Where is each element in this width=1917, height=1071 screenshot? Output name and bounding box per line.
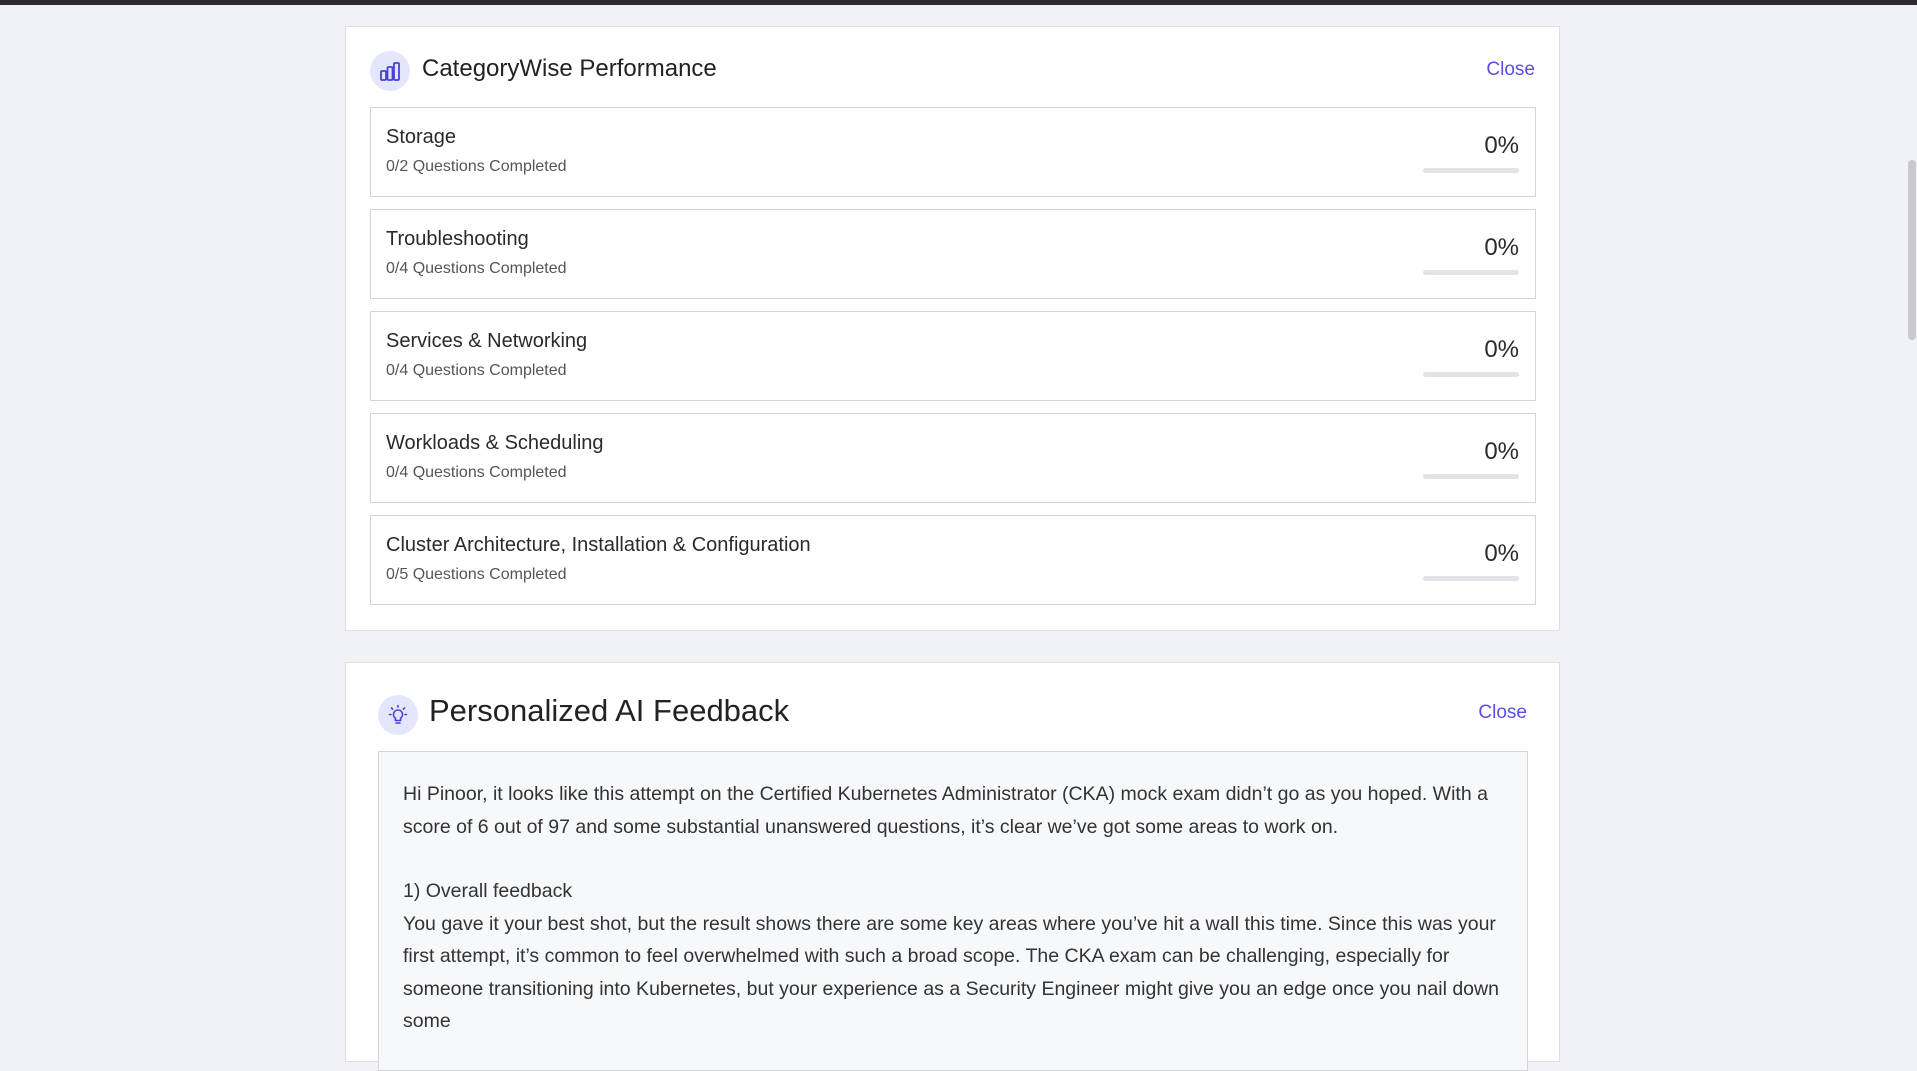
category-card: Workloads & Scheduling 0/4 Questions Com… [370, 413, 1536, 503]
feedback-paragraph: You gave it your best shot, but the resu… [403, 912, 1499, 1033]
category-percent: 0% [1484, 336, 1519, 363]
category-progress-bar [1423, 168, 1519, 173]
panel-title: CategoryWise Performance [422, 55, 717, 82]
lightbulb-icon [378, 695, 418, 735]
category-progress-bar [1423, 474, 1519, 479]
scrollbar[interactable] [1907, 5, 1917, 995]
category-list: Storage 0/2 Questions Completed 0% Troub… [370, 107, 1536, 617]
categorywise-performance-panel: CategoryWise Performance Close Storage 0… [345, 26, 1560, 631]
category-completed: 0/2 Questions Completed [386, 158, 567, 175]
panel-title: Personalized AI Feedback [429, 693, 790, 728]
category-progress-bar [1423, 270, 1519, 275]
close-performance-button[interactable]: Close [1486, 59, 1535, 81]
scrollbar-thumb[interactable] [1908, 160, 1916, 340]
category-name: Cluster Architecture, Installation & Con… [386, 534, 811, 556]
feedback-text-box: Hi Pinoor, it looks like this attempt on… [378, 751, 1528, 1071]
category-name: Services & Networking [386, 330, 588, 352]
feedback-heading: 1) Overall feedback [403, 880, 573, 902]
ai-feedback-panel: Personalized AI Feedback Close Hi Pinoor… [345, 662, 1560, 1071]
feedback-paragraph: Hi Pinoor, it looks like this attempt on… [403, 783, 1488, 838]
window-top-bar [0, 0, 1917, 5]
category-card: Storage 0/2 Questions Completed 0% [370, 107, 1536, 197]
category-name: Workloads & Scheduling [386, 432, 604, 454]
category-percent: 0% [1484, 540, 1519, 567]
category-completed: 0/5 Questions Completed [386, 566, 567, 583]
category-completed: 0/4 Questions Completed [386, 362, 567, 379]
category-card: Cluster Architecture, Installation & Con… [370, 515, 1536, 605]
category-progress-bar [1423, 576, 1519, 581]
category-percent: 0% [1484, 438, 1519, 465]
category-progress-bar [1423, 372, 1519, 377]
category-card: Troubleshooting 0/4 Questions Completed … [370, 209, 1536, 299]
close-feedback-button[interactable]: Close [1478, 702, 1527, 724]
category-card: Services & Networking 0/4 Questions Comp… [370, 311, 1536, 401]
category-completed: 0/4 Questions Completed [386, 260, 567, 277]
category-completed: 0/4 Questions Completed [386, 464, 567, 481]
category-percent: 0% [1484, 132, 1519, 159]
bar-chart-icon [370, 51, 410, 91]
category-percent: 0% [1484, 234, 1519, 261]
category-name: Storage [386, 126, 457, 148]
category-name: Troubleshooting [386, 228, 529, 250]
